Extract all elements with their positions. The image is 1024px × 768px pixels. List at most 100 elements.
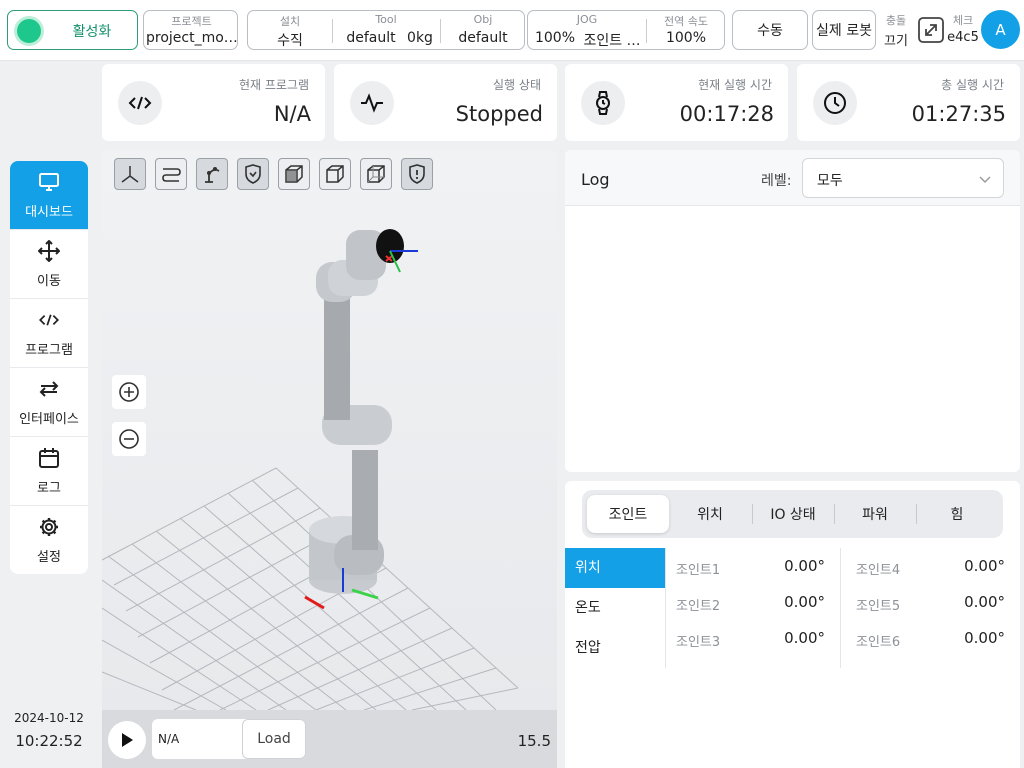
pulse-icon xyxy=(350,81,394,125)
tab-position[interactable]: 위치 xyxy=(669,495,751,533)
check-status: 체크 e4c5 xyxy=(946,12,980,45)
calendar-icon xyxy=(37,446,61,470)
card-label: 현재 프로그램 xyxy=(238,78,309,92)
card-label: 총 실행 시간 xyxy=(941,78,1004,92)
status-dot-icon xyxy=(17,19,41,43)
program-select[interactable]: N/A Load xyxy=(152,719,306,759)
card-value: N/A xyxy=(273,102,311,126)
joint-name: 조인트2 xyxy=(676,599,721,614)
robot-scene xyxy=(102,229,519,710)
sidebar-item-label: 설정 xyxy=(37,550,61,565)
install-label: 설치 xyxy=(279,15,301,28)
fps-display: 15.5 xyxy=(517,732,551,750)
joint-name: 조인트3 xyxy=(676,635,721,650)
manual-button[interactable]: 수동 xyxy=(732,10,808,50)
clock-icon xyxy=(813,81,857,125)
sidebar-item-dashboard[interactable]: 대시보드 xyxy=(10,161,88,230)
joint-value: 0.00° xyxy=(784,593,825,611)
jog-mode: 조인트 … xyxy=(583,33,641,49)
date-display: 2024-10-12 xyxy=(14,711,84,725)
log-list xyxy=(565,207,1020,472)
sidebar-item-label: 로그 xyxy=(37,481,61,496)
level-select-value: 모두 xyxy=(817,173,843,189)
collision-toggle[interactable]: 충돌 끄기 xyxy=(880,12,912,49)
code-icon xyxy=(37,308,61,332)
sidebar-item-move[interactable]: 이동 xyxy=(10,230,88,299)
sidebar-item-label: 대시보드 xyxy=(25,205,73,220)
joint-name: 조인트6 xyxy=(856,635,901,650)
sidebar-item-label: 인터페이스 xyxy=(19,412,79,427)
time-display: 10:22:52 xyxy=(15,732,83,750)
subtab-temperature[interactable]: 온도 xyxy=(565,588,665,628)
jog-percent: 100% xyxy=(534,30,576,46)
tab-io-state[interactable]: IO 상태 xyxy=(752,495,834,533)
watch-icon xyxy=(581,81,625,125)
log-title: Log xyxy=(581,170,610,189)
level-select[interactable]: 모두 xyxy=(802,158,1004,198)
joint-value: 0.00° xyxy=(964,557,1005,575)
chevron-down-icon xyxy=(979,173,991,188)
sidebar-item-log[interactable]: 로그 xyxy=(10,437,88,506)
current-program-card: 현재 프로그램 N/A xyxy=(102,64,325,141)
card-value: 01:27:35 xyxy=(911,102,1006,126)
fullscreen-icon[interactable] xyxy=(916,15,946,45)
speed-value: 100% xyxy=(665,30,707,46)
divider xyxy=(665,548,666,668)
sidebar-item-interface[interactable]: 인터페이스 xyxy=(10,368,88,437)
avatar[interactable]: A xyxy=(981,10,1020,49)
speed-label: 전역 속도 xyxy=(664,15,708,28)
floor-grid xyxy=(102,467,519,710)
joint-value: 0.00° xyxy=(784,557,825,575)
tool-weight: 0kg xyxy=(407,30,433,46)
program-select-value: N/A xyxy=(158,732,180,746)
status-tabs: 조인트 위치 IO 상태 파워 힘 xyxy=(582,490,1003,538)
tool-label: Tool xyxy=(375,13,397,26)
tool-value: default xyxy=(346,30,396,46)
run-state-card: 실행 상태 Stopped xyxy=(334,64,557,141)
subtab-position[interactable]: 위치 xyxy=(565,548,665,588)
joint-name: 조인트1 xyxy=(676,563,721,578)
card-label: 현재 실행 시간 xyxy=(698,78,772,92)
robot-3d-viewer[interactable]: N/A Load 15.5 xyxy=(102,150,557,768)
play-button[interactable] xyxy=(108,721,146,759)
sidebar: 대시보드 이동 프로그램 인터페이스 로그 설정 xyxy=(10,161,88,574)
move-icon xyxy=(37,239,61,263)
card-value: 00:17:28 xyxy=(679,102,774,126)
sidebar-item-label: 프로그램 xyxy=(25,343,73,358)
collision-value: 끄기 xyxy=(884,34,908,49)
robot-arm-model xyxy=(304,229,418,610)
total-run-time-card: 총 실행 시간 01:27:35 xyxy=(797,64,1020,141)
load-button[interactable]: Load xyxy=(242,719,306,759)
project-selector[interactable]: 프로젝트 project_mo… xyxy=(143,10,238,50)
project-label: 프로젝트 xyxy=(171,15,212,28)
project-value: project_mo… xyxy=(146,30,237,46)
top-bar: 활성화 프로젝트 project_mo… 설치 수직 Tool default … xyxy=(0,0,1024,61)
install-tool-obj-selector[interactable]: 설치 수직 Tool default 0kg Obj default xyxy=(247,10,525,50)
tab-force[interactable]: 힘 xyxy=(916,495,998,533)
activate-button[interactable]: 활성화 xyxy=(7,10,138,50)
sidebar-item-program[interactable]: 프로그램 xyxy=(10,299,88,368)
joint-value: 0.00° xyxy=(964,593,1005,611)
joint-name: 조인트4 xyxy=(856,563,901,578)
real-robot-button[interactable]: 실제 로봇 xyxy=(812,10,876,50)
tab-joint[interactable]: 조인트 xyxy=(587,495,669,533)
joint-name: 조인트5 xyxy=(856,599,901,614)
jog-speed-selector[interactable]: JOG 100% 조인트 … 전역 속도 100% xyxy=(527,10,725,50)
card-value: Stopped xyxy=(455,102,543,126)
play-icon xyxy=(122,733,133,747)
install-value: 수직 xyxy=(277,33,303,49)
card-label: 실행 상태 xyxy=(493,78,541,92)
joint-value: 0.00° xyxy=(964,629,1005,647)
program-bar: N/A Load 15.5 xyxy=(102,710,557,768)
joint-value: 0.00° xyxy=(784,629,825,647)
check-value: e4c5 xyxy=(947,30,979,45)
subtab-voltage[interactable]: 전압 xyxy=(565,628,665,668)
tab-power[interactable]: 파워 xyxy=(834,495,916,533)
sidebar-item-settings[interactable]: 설정 xyxy=(10,506,88,574)
collision-label: 충돌 xyxy=(885,14,907,27)
swap-icon xyxy=(37,377,61,401)
jog-label: JOG xyxy=(576,13,598,26)
log-panel: Log 레벨: 모두 xyxy=(565,150,1020,472)
code-icon xyxy=(118,81,162,125)
activate-label: 활성화 xyxy=(72,24,112,40)
